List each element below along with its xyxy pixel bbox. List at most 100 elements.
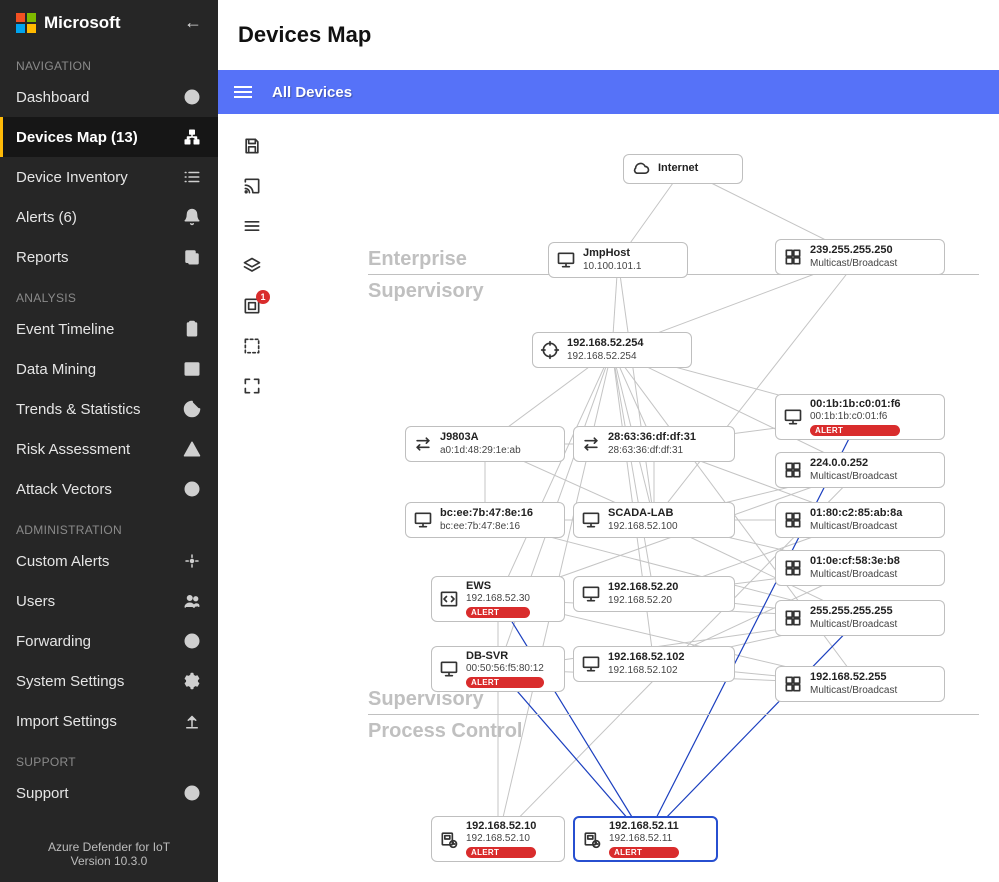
tool-layers[interactable]: [240, 254, 264, 278]
monitor-icon: [580, 583, 602, 605]
device-node[interactable]: SCADA-LAB192.168.52.100: [573, 502, 735, 538]
node-text: 192.168.52.10192.168.52.10ALERT: [466, 820, 536, 859]
nav-item-import-settings[interactable]: Import Settings: [0, 701, 218, 741]
device-node[interactable]: 224.0.0.252Multicast/Broadcast: [775, 452, 945, 488]
device-node[interactable]: 255.255.255.255Multicast/Broadcast: [775, 600, 945, 636]
map-toolbar: 1: [240, 134, 270, 398]
map-canvas[interactable]: EnterpriseSupervisorySupervisoryProcess …: [288, 114, 999, 882]
alert-badge: ALERT: [810, 425, 900, 437]
tool-badge: 1: [256, 290, 270, 304]
device-node[interactable]: Internet: [623, 154, 743, 184]
nav-item-attack-vectors[interactable]: Attack Vectors: [0, 469, 218, 509]
nav-item-reports[interactable]: Reports: [0, 237, 218, 277]
tool-select[interactable]: [240, 334, 264, 358]
switch-icon: [412, 433, 434, 455]
device-node[interactable]: EWS192.168.52.30ALERT: [431, 576, 565, 622]
gear-icon: [182, 671, 202, 691]
node-title: DB-SVR: [466, 650, 544, 663]
device-node[interactable]: 192.168.52.11192.168.52.11 ALERT: [573, 816, 718, 862]
monitor-icon: [580, 509, 602, 531]
grid-icon: [782, 246, 804, 268]
node-title: EWS: [466, 580, 530, 593]
tool-cast[interactable]: [240, 174, 264, 198]
nav-item-system-settings[interactable]: System Settings: [0, 661, 218, 701]
nav-item-alerts[interactable]: Alerts (6): [0, 197, 218, 237]
nav-item-label: Dashboard: [16, 89, 89, 106]
hamburger-icon[interactable]: [234, 86, 252, 98]
node-subtitle: Multicast/Broadcast: [810, 258, 897, 270]
nav-item-label: Forwarding: [16, 633, 91, 650]
device-node[interactable]: 239.255.255.250Multicast/Broadcast: [775, 239, 945, 275]
nav-item-risk[interactable]: Risk Assessment: [0, 429, 218, 469]
device-node[interactable]: bc:ee:7b:47:8e:16bc:ee:7b:47:8e:16: [405, 502, 565, 538]
copy-icon: [182, 247, 202, 267]
terminal-icon: [182, 359, 202, 379]
nav-item-trends[interactable]: Trends & Statistics: [0, 389, 218, 429]
nav-item-support[interactable]: Support: [0, 773, 218, 813]
back-arrow-icon[interactable]: ←: [184, 12, 202, 33]
node-text: 239.255.255.250Multicast/Broadcast: [810, 244, 897, 269]
alert-badge: ALERT: [609, 847, 679, 859]
device-node[interactable]: JmpHost10.100.101.1: [548, 242, 688, 278]
grid-icon: [782, 557, 804, 579]
tool-fit[interactable]: [240, 214, 264, 238]
node-subtitle: 192.168.52.254: [567, 351, 643, 363]
device-node[interactable]: 192.168.52.255Multicast/Broadcast: [775, 666, 945, 702]
filter-bar: All Devices: [218, 70, 999, 114]
device-node[interactable]: DB-SVR00:50:56:f5:80:12ALERT: [431, 646, 565, 692]
device-node[interactable]: 00:1b:1b:c0:01:f600:1b:1b:c0:01:f6ALERT: [775, 394, 945, 440]
monitor-icon: [782, 406, 804, 428]
edge: [498, 669, 646, 839]
node-text: 192.168.52.254192.168.52.254: [567, 337, 643, 362]
zone-label: Enterprise: [368, 248, 467, 271]
sidebar-footer: Azure Defender for IoT Version 10.3.0: [0, 826, 218, 882]
nav-item-device-inventory[interactable]: Device Inventory: [0, 157, 218, 197]
microsoft-logo-icon: [16, 13, 36, 33]
node-text: 192.168.52.11192.168.52.11 ALERT: [609, 820, 679, 859]
nav-item-data-mining[interactable]: Data Mining: [0, 349, 218, 389]
grid-icon: [782, 459, 804, 481]
grid-icon: [782, 673, 804, 695]
node-title: 00:1b:1b:c0:01:f6: [810, 398, 900, 411]
device-node[interactable]: 192.168.52.10192.168.52.10ALERT: [431, 816, 565, 862]
node-text: 01:80:c2:85:ab:8aMulticast/Broadcast: [810, 507, 902, 532]
nav-item-devices-map[interactable]: Devices Map (13): [0, 117, 218, 157]
device-node[interactable]: 192.168.52.102192.168.52.102: [573, 646, 735, 682]
tool-save[interactable]: [240, 134, 264, 158]
workarea: 1 EnterpriseSupervisorySupervisoryProces…: [218, 114, 999, 882]
list-icon: [182, 167, 202, 187]
nav-item-label: System Settings: [16, 673, 124, 690]
device-node[interactable]: 192.168.52.254192.168.52.254: [532, 332, 692, 368]
nav-item-custom-alerts[interactable]: Custom Alerts: [0, 541, 218, 581]
node-subtitle: 192.168.52.11: [609, 833, 679, 845]
edge: [498, 350, 612, 599]
node-title: 192.168.52.11: [609, 820, 679, 833]
device-node[interactable]: 192.168.52.20192.168.52.20: [573, 576, 735, 612]
node-title: J9803A: [440, 431, 521, 444]
section-label: ANALYSIS: [0, 277, 218, 309]
nav-item-label: Support: [16, 785, 69, 802]
device-node[interactable]: 01:0e:cf:58:3e:b8Multicast/Broadcast: [775, 550, 945, 586]
device-node[interactable]: J9803Aa0:1d:48:29:1e:ab: [405, 426, 565, 462]
tool-fullscreen[interactable]: [240, 374, 264, 398]
nav-item-users[interactable]: Users: [0, 581, 218, 621]
node-subtitle: 192.168.52.10: [466, 833, 536, 845]
device-node[interactable]: 01:80:c2:85:ab:8aMulticast/Broadcast: [775, 502, 945, 538]
node-title: 192.168.52.10: [466, 820, 536, 833]
nav-item-event-timeline[interactable]: Event Timeline: [0, 309, 218, 349]
tool-group[interactable]: 1: [240, 294, 264, 318]
nav-item-forwarding[interactable]: Forwarding: [0, 621, 218, 661]
filter-label[interactable]: All Devices: [272, 84, 352, 101]
nav-item-dashboard[interactable]: Dashboard: [0, 77, 218, 117]
brand-text: Microsoft: [44, 13, 121, 33]
cloud-icon: [630, 158, 652, 180]
warning-icon: [182, 439, 202, 459]
device-node[interactable]: 28:63:36:df:df:3128:63:36:df:df:31: [573, 426, 735, 462]
nav-item-label: Devices Map (13): [16, 129, 138, 146]
nav-item-label: Trends & Statistics: [16, 401, 140, 418]
node-title: 255.255.255.255: [810, 605, 897, 618]
zone-divider: [368, 714, 979, 715]
switch-icon: [580, 433, 602, 455]
nav-item-label: Alerts (6): [16, 209, 77, 226]
node-text: 28:63:36:df:df:3128:63:36:df:df:31: [608, 431, 696, 456]
